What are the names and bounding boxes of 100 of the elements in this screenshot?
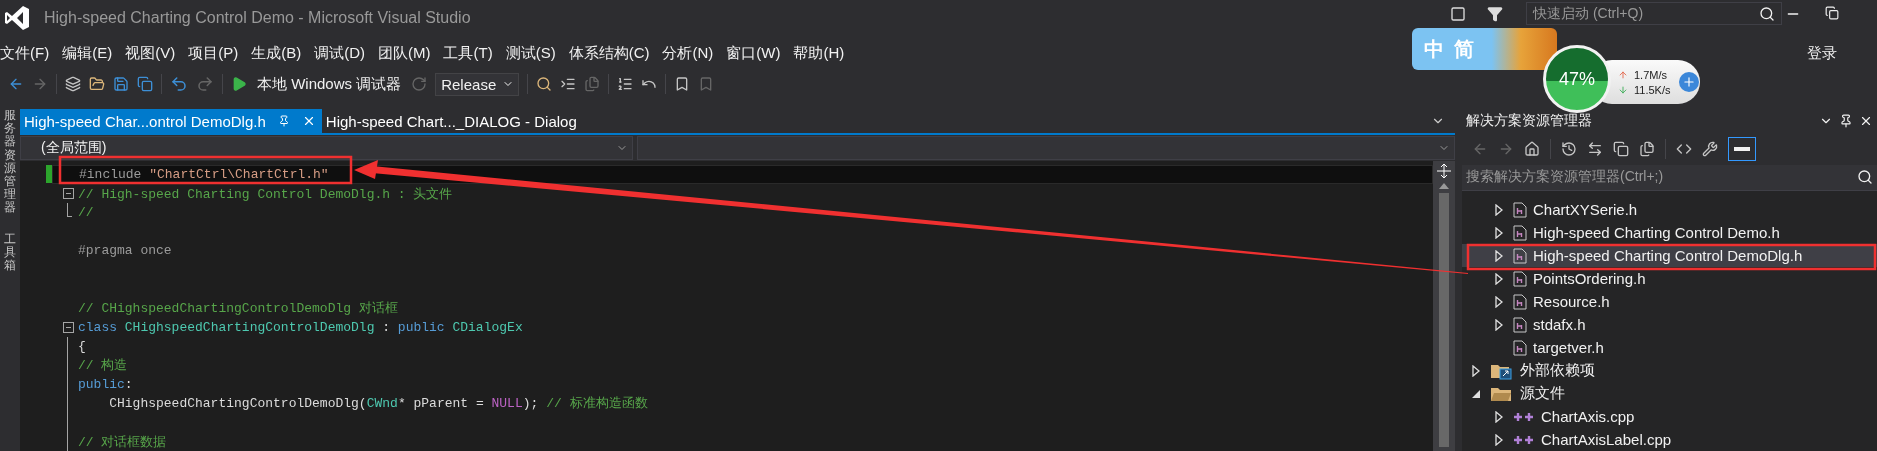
pin-icon[interactable] — [1839, 113, 1853, 128]
menu-item[interactable]: 测试(S) — [504, 39, 568, 67]
menu-item[interactable]: 视图(V) — [124, 39, 188, 67]
expand-icon[interactable] — [1495, 410, 1503, 423]
tree-item[interactable]: targetver.h — [1462, 336, 1877, 359]
redo-icon[interactable] — [196, 75, 214, 93]
expand-icon[interactable] — [1495, 203, 1503, 216]
home-icon[interactable] — [1524, 140, 1540, 157]
app-logo-icon — [4, 5, 30, 31]
code-line: #include "ChartCtrl\ChartCtrl.h" — [79, 167, 329, 183]
menu-item[interactable]: 团队(M) — [377, 39, 443, 67]
panel-title: 解决方案资源管理器 — [1466, 111, 1592, 130]
menu-item[interactable]: 工具(T) — [442, 39, 505, 67]
search-icon — [1857, 169, 1873, 186]
scope-dropdown[interactable]: (全局范围) — [20, 136, 633, 160]
header-file-icon — [1513, 270, 1527, 287]
scroll-up-icon[interactable] — [1439, 183, 1449, 189]
expand-icon[interactable] — [1472, 364, 1480, 377]
search-field[interactable]: 搜索解决方案资源管理器(Ctrl+;) — [1462, 164, 1877, 191]
pin-icon[interactable] — [277, 115, 290, 127]
add-icon[interactable] — [1678, 72, 1699, 92]
header-file-icon — [1513, 247, 1527, 264]
tree-item[interactable]: PointsOrdering.h — [1462, 267, 1877, 290]
code-line: // — [78, 205, 94, 221]
find-icon[interactable] — [536, 76, 553, 92]
expand-icon[interactable] — [1495, 272, 1503, 285]
download-icon — [1618, 84, 1628, 95]
show-all-files-icon[interactable] — [1639, 140, 1655, 157]
tree-item[interactable]: ChartAxisLabel.cpp — [1462, 428, 1877, 451]
tree-item[interactable]: stdafx.h — [1462, 313, 1877, 336]
upload-rate: 1.7M/s — [1634, 68, 1667, 81]
header-file-icon — [1513, 316, 1527, 333]
tree-item[interactable]: High-speed Charting Control Demo.h — [1462, 221, 1877, 244]
tree-item[interactable]: ChartAxis.cpp — [1462, 405, 1877, 428]
cpp-file-icon — [1513, 410, 1535, 423]
tree-item[interactable]: High-speed Charting Control DemoDlg.h — [1462, 244, 1877, 267]
indent-icon[interactable] — [560, 76, 577, 92]
side-tab[interactable]: 工具箱 — [4, 232, 16, 273]
history-icon[interactable] — [1561, 140, 1577, 157]
sync-icon[interactable] — [1587, 140, 1603, 157]
code-line: // 构造 — [78, 357, 128, 375]
cpp-file-icon — [1513, 433, 1535, 446]
collapse-icon[interactable] — [63, 188, 74, 200]
menu-item[interactable]: 生成(B) — [250, 39, 314, 67]
back-icon[interactable] — [8, 76, 24, 92]
save-icon[interactable] — [113, 76, 129, 92]
scrollbar-track[interactable] — [1439, 193, 1449, 447]
window-title: High-speed Charting Control Demo - Microsoft Visual Studio — [44, 9, 471, 27]
restore-icon[interactable] — [1825, 6, 1839, 20]
search-icon — [1759, 5, 1775, 22]
tree-item[interactable]: 外部依赖项 — [1462, 359, 1877, 382]
debugger-button[interactable]: 本地 Windows 调试器 — [255, 74, 404, 94]
menu-item[interactable]: 调试(D) — [313, 39, 377, 67]
menu-item[interactable]: 编辑(E) — [61, 39, 125, 67]
tree-item[interactable]: 源文件 — [1462, 382, 1877, 405]
open-folder-icon[interactable] — [89, 76, 105, 92]
code-line: { — [78, 338, 86, 354]
code-line: CHighspeedChartingControlDemoDlg(CWnd* pParent = NULL); // 标准构造函数 — [108, 395, 648, 413]
side-tab[interactable]: 服务器资源管理器 — [4, 109, 16, 215]
download-rate: 11.5K/s — [1634, 83, 1671, 96]
expand-icon[interactable] — [1495, 433, 1503, 446]
split-icon[interactable] — [1437, 163, 1451, 179]
sign-in-link[interactable]: 登录 — [1807, 43, 1837, 63]
expand-icon[interactable] — [1495, 249, 1503, 262]
filter-icon[interactable] — [1487, 6, 1503, 22]
upload-icon — [1618, 69, 1628, 80]
menu-item[interactable]: 体系结构(C) — [567, 39, 662, 67]
header-file-icon — [1513, 201, 1527, 218]
list-icon[interactable] — [617, 76, 634, 92]
tree-item[interactable]: Resource.h — [1462, 290, 1877, 313]
undo-icon[interactable] — [170, 75, 188, 93]
document-tab[interactable]: High-speed Chart..._DIALOG - Dialog — [321, 109, 583, 133]
wrench-icon[interactable] — [1702, 140, 1718, 157]
expanded-icon[interactable] — [1471, 388, 1481, 399]
menu-item[interactable]: 帮助(H) — [792, 39, 857, 67]
tree-item[interactable]: ChartXYSerie.h — [1462, 198, 1877, 221]
header-file-icon — [1513, 339, 1527, 356]
play-icon[interactable] — [231, 76, 247, 92]
document-tab[interactable]: High-speed Char...ontrol DemoDlg.h — [20, 109, 322, 133]
preview-toggle[interactable] — [1728, 136, 1756, 161]
menu-item[interactable]: 文件(F) — [0, 39, 62, 67]
code-line: public: — [78, 376, 133, 392]
files-icon[interactable] — [584, 76, 601, 92]
code-line: // CHighspeedChartingControlDemoDlg 对话框 — [78, 300, 398, 318]
menu-item[interactable]: 项目(P) — [187, 39, 251, 67]
code-line: #pragma once — [78, 243, 172, 259]
expand-icon[interactable] — [1495, 318, 1503, 331]
expand-icon[interactable] — [1495, 226, 1503, 239]
memory-percent: 47% — [1558, 68, 1596, 90]
notification-icon[interactable] — [1450, 6, 1466, 22]
header-file-icon — [1513, 224, 1527, 241]
expand-icon[interactable] — [1495, 295, 1503, 308]
menu-item[interactable]: 分析(N) — [661, 39, 726, 67]
code-line: // 对话框数据 — [78, 433, 167, 451]
menu-item[interactable]: 窗口(W) — [725, 39, 793, 67]
preview-icon — [1734, 146, 1750, 151]
configuration-dropdown[interactable]: Release — [435, 72, 520, 96]
quick-launch-field[interactable]: 快速启动 (Ctrl+Q) — [1526, 2, 1782, 25]
collapse-icon[interactable] — [63, 321, 74, 333]
refresh-icon[interactable] — [411, 76, 428, 92]
